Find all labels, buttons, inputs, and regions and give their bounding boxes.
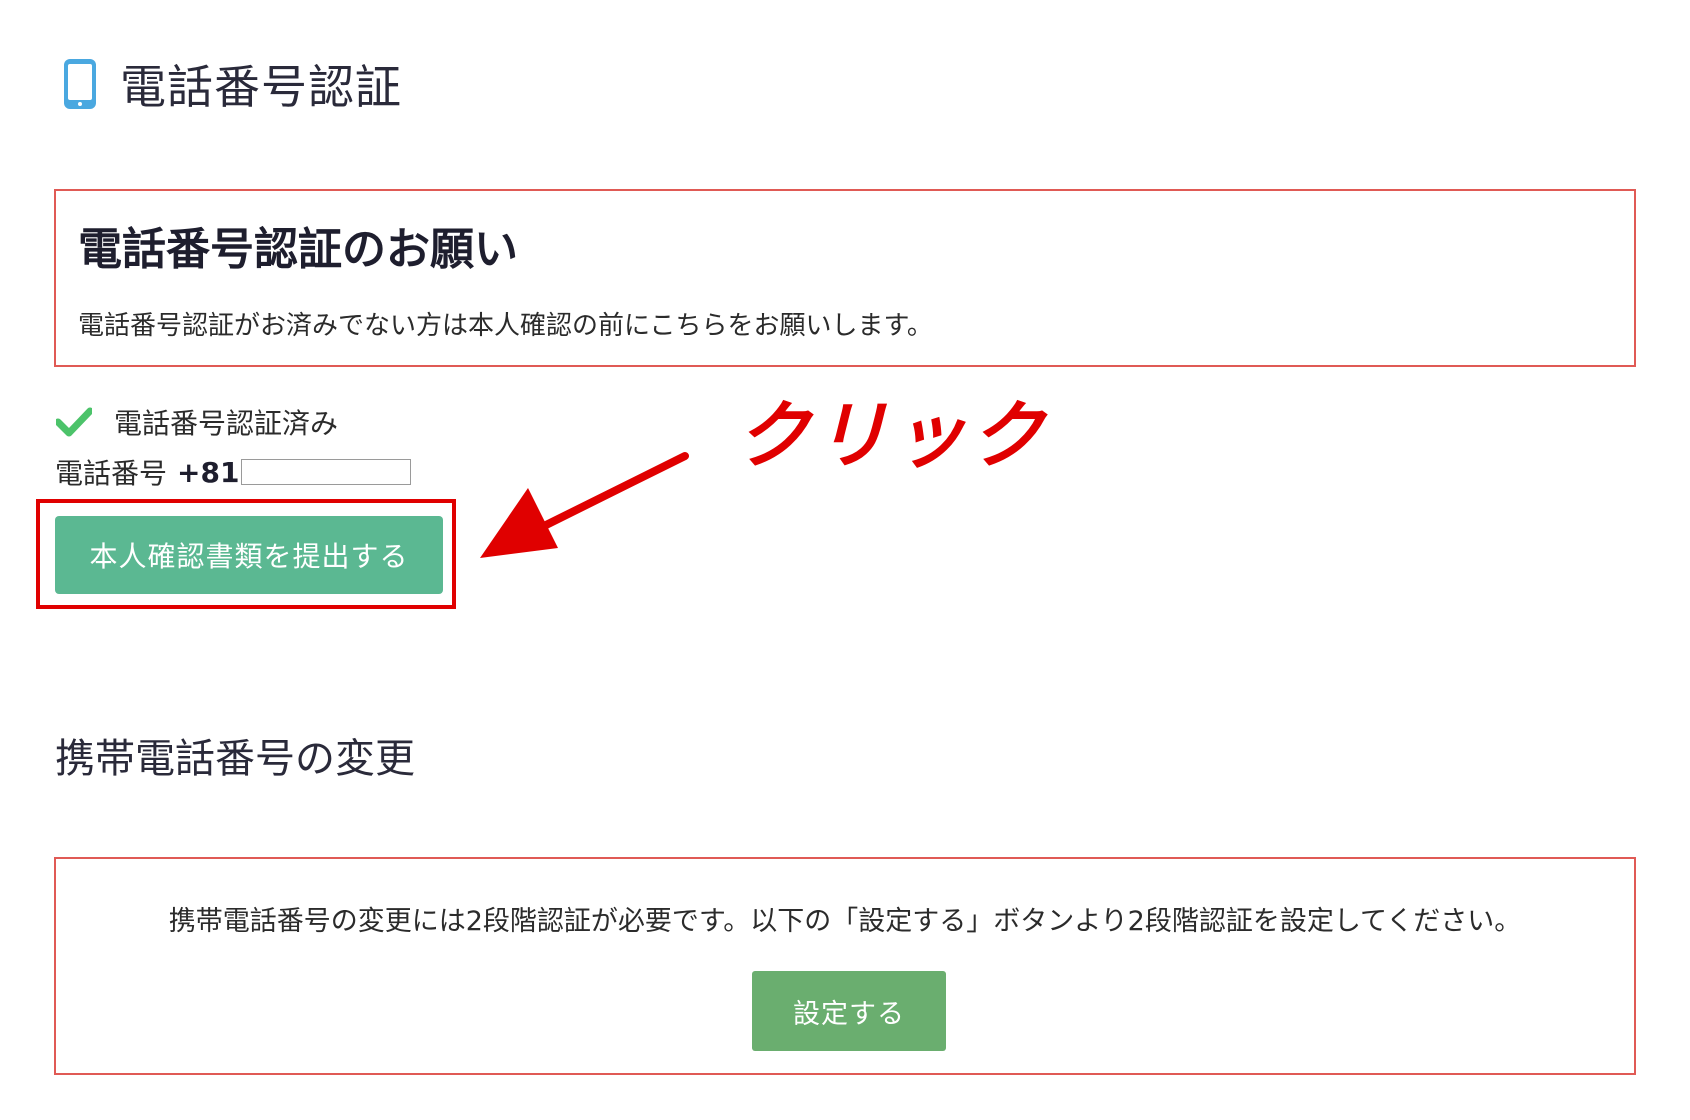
- phone-country-code: +81: [177, 455, 240, 489]
- arrow-icon: [480, 452, 689, 558]
- change-notice-box: 携帯電話番号の変更には2段階認証が必要です。以下の「設定する」ボタンより2段階認…: [54, 857, 1636, 1075]
- settings-button[interactable]: 設定する: [752, 971, 946, 1051]
- change-section-title: 携帯電話番号の変更: [55, 736, 415, 782]
- change-text: 携帯電話番号の変更には2段階認証が必要です。以下の「設定する」ボタンより2段階認…: [168, 906, 1522, 937]
- check-icon: [56, 407, 92, 437]
- page-header: 電話番号認証: [62, 52, 402, 116]
- verified-status: 電話番号認証済み: [56, 402, 338, 442]
- page-title: 電話番号認証: [120, 60, 402, 114]
- phone-number-value: [241, 459, 412, 485]
- submit-id-documents-button[interactable]: 本人確認書類を提出する: [55, 516, 443, 594]
- click-annotation: クリック: [736, 393, 1048, 479]
- phone-number-row: 電話番号 +81: [55, 452, 412, 492]
- page: 電話番号認証 電話番号認証のお願い 電話番号認証がお済みでない方は本人確認の前に…: [0, 0, 1690, 1120]
- request-title: 電話番号認証のお願い: [78, 224, 518, 275]
- phone-label: 電話番号: [55, 457, 168, 490]
- request-text: 電話番号認証がお済みでない方は本人確認の前にこちらをお願いします。: [78, 311, 933, 341]
- request-notice-box: 電話番号認証のお願い 電話番号認証がお済みでない方は本人確認の前にこちらをお願い…: [54, 189, 1636, 367]
- verified-text: 電話番号認証済み: [114, 407, 339, 440]
- smartphone-icon: [64, 59, 96, 109]
